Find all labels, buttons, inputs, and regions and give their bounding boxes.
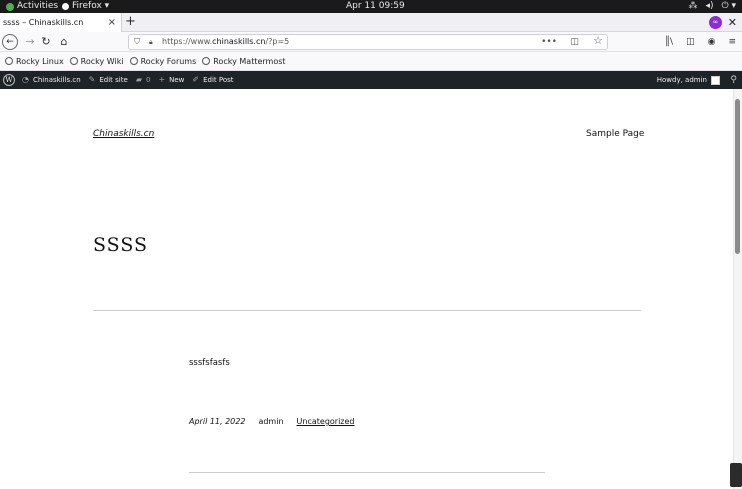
fedora-logo-icon [6,2,14,11]
url-bar[interactable]: ⛉ 🔒︎ https://www.chinaskills.cn/?p=5 •••… [128,34,608,50]
comment-icon: ▰ [135,75,142,84]
gnome-top-bar: Activities Firefox ▾ Apr 11 09:59 ⁂ ◂) ⏻… [0,0,742,13]
bookmark-item[interactable]: Rocky Mattermost [202,56,286,66]
post-title: ssss [93,234,149,256]
site-name-link[interactable]: ◔ Chinaskills.cn [22,71,81,89]
post-content: sssfsfasfs [189,358,230,368]
new-label: New [169,76,185,84]
post-author[interactable]: admin [258,417,283,426]
url-domain: chinaskills.cn [212,37,266,46]
extension-icon[interactable]: ∞ [709,16,722,29]
wp-admin-bar: W ◔ Chinaskills.cn ✎ Edit site ▰ 0 + New ✐ Ed… [0,71,742,89]
library-icon[interactable]: ║\ [665,34,673,50]
globe-icon [5,57,13,65]
site-title-link[interactable]: Chinaskills.cn [93,129,154,139]
toolbar-right: ║\ ◫ ◉ ≡ [665,34,736,50]
network-icon: ⁂ [688,1,698,11]
globe-icon [129,57,138,65]
home-button[interactable]: ⌂ [56,34,72,50]
search-icon[interactable]: ⚲ [730,71,737,89]
volume-icon: ◂) [705,1,714,11]
post-meta: April 11, 2022 admin Uncategorized [189,417,355,426]
power-icon: ⏻ ▾ [721,1,737,11]
wordpress-logo-icon[interactable]: W [3,74,15,86]
bookmark-item[interactable]: Rocky Wiki [69,56,124,66]
tab-close-icon[interactable]: × [108,13,116,32]
divider [93,310,641,311]
avatar [711,75,720,85]
nav-bar: ← → ↻ ⌂ ⛉ 🔒︎ https://www.chinaskills.cn/… [0,32,742,52]
new-tab-button[interactable]: + [125,13,136,31]
edit-site-label: Edit site [99,76,128,84]
back-button[interactable]: ← [2,34,18,50]
bookmark-item[interactable]: Rocky Forums [129,56,197,66]
hamburger-menu-icon[interactable]: ≡ [728,34,736,50]
account-icon[interactable]: ◉ [708,34,716,50]
comments-link[interactable]: ▰ 0 [136,71,151,89]
system-tray[interactable]: ⁂ ◂) ⏻ ▾ [688,0,736,13]
tab-title: ssss – Chinaskills.cn [3,18,84,27]
reload-button[interactable]: ↻ [38,34,54,50]
window-close-icon[interactable]: ✕ [728,13,737,32]
dashboard-icon: ◔ [22,75,29,84]
edit-post-link[interactable]: ✐ Edit Post [192,71,233,89]
bookmark-label: Rocky Forums [140,56,197,66]
account-menu[interactable]: Howdy, admin [657,71,720,89]
post-date[interactable]: April 11, 2022 [189,417,245,426]
globe-icon [202,57,211,65]
notification-widget[interactable] [730,463,742,487]
new-content-link[interactable]: + New [158,71,184,89]
page-content: Chinaskills.cn Sample Page ssss sssfsfas… [0,89,733,489]
activities-button[interactable]: Activities [6,0,58,13]
tracking-shield-icon[interactable]: ⛉ [134,35,140,49]
clock[interactable]: Apr 11 09:59 [346,0,405,13]
bookmark-label: Rocky Mattermost [213,56,286,66]
site-name-label: Chinaskills.cn [32,76,81,84]
lock-icon[interactable]: 🔒︎ [149,35,153,49]
howdy-label: Howdy, admin [656,76,707,84]
comments-count: 0 [145,76,151,84]
brush-icon: ✎ [88,75,96,84]
url-text: https://www.chinaskills.cn/?p=5 [162,35,289,49]
page-actions-icon[interactable]: ••• [541,35,557,49]
post-category[interactable]: Uncategorized [297,417,355,426]
activities-label: Activities [17,1,59,11]
plus-icon: + [158,75,166,84]
globe-icon [69,57,78,65]
scrollbar-thumb[interactable] [735,99,740,254]
app-menu-button[interactable]: Firefox ▾ [62,0,109,13]
bookmark-label: Rocky Wiki [80,56,124,66]
sidebar-icon[interactable]: ◫ [686,34,695,50]
nav-link-sample-page[interactable]: Sample Page [586,129,644,139]
pencil-icon: ✐ [192,75,200,84]
app-menu-label: Firefox ▾ [72,1,110,11]
edit-site-link[interactable]: ✎ Edit site [89,71,128,89]
edit-post-label: Edit Post [203,76,234,84]
url-suffix: /?p=5 [265,37,290,46]
bookmark-item[interactable]: Rocky Linux [5,57,64,66]
bookmark-star-icon[interactable]: ☆ [593,34,603,48]
divider [189,472,545,473]
tab-active[interactable]: ssss – Chinaskills.cn × [0,13,122,32]
forward-button[interactable]: → [22,34,38,50]
url-prefix: https://www. [162,37,213,46]
pocket-icon[interactable]: ◫ [570,35,579,49]
admin-bar-items: ◔ Chinaskills.cn ✎ Edit site ▰ 0 + New ✐ Edit… [22,71,234,89]
bookmark-label: Rocky Linux [16,56,64,66]
firefox-icon [62,3,69,10]
bookmarks-bar: Rocky Linux Rocky Wiki Rocky Forums Rock… [0,52,742,71]
tab-strip: ssss – Chinaskills.cn × + ∞ ✕ [0,13,742,32]
